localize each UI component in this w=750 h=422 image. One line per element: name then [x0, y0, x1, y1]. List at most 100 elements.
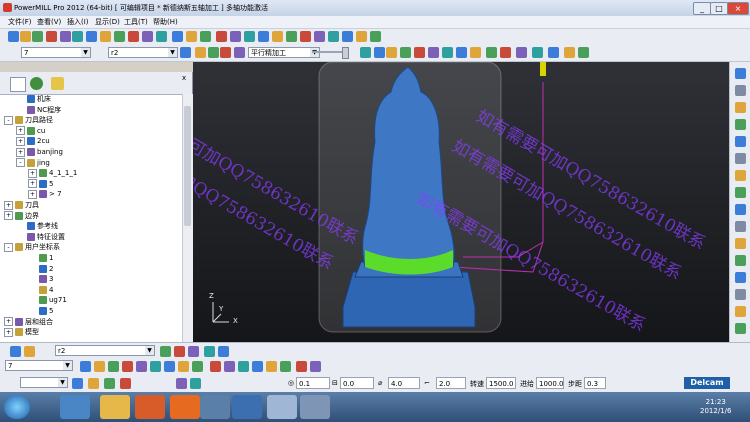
toolbar-button[interactable] — [128, 31, 139, 42]
toolbar-button[interactable] — [186, 31, 197, 42]
view-button[interactable] — [735, 85, 746, 96]
toolbar-button[interactable] — [578, 47, 589, 58]
strategy-combo[interactable]: 平行精加工▼ — [248, 47, 320, 58]
tree-item[interactable]: 3 — [28, 274, 53, 284]
toolbar-button[interactable] — [218, 346, 229, 357]
toolbar-button[interactable] — [104, 378, 115, 389]
menu-file[interactable]: 文件(F) — [8, 17, 32, 27]
taskbar-explorer[interactable] — [100, 395, 130, 419]
toolbar-button[interactable] — [172, 31, 183, 42]
toolbar-button[interactable] — [470, 47, 481, 58]
expand-toggle[interactable]: + — [4, 327, 13, 337]
tree-item[interactable]: + 层和组合 — [4, 317, 53, 327]
toolbar-button[interactable] — [216, 31, 227, 42]
toolbar-button[interactable] — [208, 47, 219, 58]
tree-item[interactable]: ug71 — [28, 295, 67, 305]
toolbar-button[interactable] — [150, 361, 161, 372]
toolbar-button[interactable] — [100, 31, 111, 42]
taskbar-app-3[interactable] — [300, 395, 330, 419]
taskbar-powermill[interactable] — [267, 395, 297, 419]
clock[interactable]: 21:23 2012/1/6 — [700, 398, 731, 416]
toolbar-button[interactable] — [428, 47, 439, 58]
toolbar-button[interactable] — [210, 361, 221, 372]
toolbar-button[interactable] — [486, 47, 497, 58]
expand-toggle[interactable]: + — [16, 136, 25, 146]
tree-item[interactable]: +4_1_1_1 — [28, 168, 77, 178]
graphics-viewport[interactable]: Z Y X 如有需要可加QQ758632610联系 如有需要可加QQ758632… — [193, 62, 729, 342]
toolbar-button[interactable] — [86, 31, 97, 42]
toolbar-button[interactable] — [252, 361, 263, 372]
toolbar-button[interactable] — [192, 361, 203, 372]
toolbar-button[interactable] — [114, 31, 125, 42]
menu-display[interactable]: 显示(D) — [95, 17, 120, 27]
toolbar-button[interactable] — [80, 361, 91, 372]
toolbar-button[interactable] — [220, 47, 231, 58]
expand-toggle[interactable]: + — [4, 211, 13, 221]
toolbar-button[interactable] — [328, 31, 339, 42]
toolbar-button[interactable] — [188, 346, 199, 357]
toolbar-button[interactable] — [60, 31, 71, 42]
expand-toggle[interactable]: - — [4, 242, 13, 252]
taskbar-office[interactable] — [135, 395, 165, 419]
menu-tools[interactable]: 工具(T) — [124, 17, 148, 27]
tree-item[interactable]: 2 — [28, 264, 53, 274]
view-button[interactable] — [735, 170, 746, 181]
tab-html-icon[interactable] — [51, 77, 64, 90]
view-button[interactable] — [735, 272, 746, 283]
toolbar-button[interactable] — [234, 47, 245, 58]
tree-item[interactable]: + banjing — [16, 147, 63, 157]
toolbar-button[interactable] — [360, 47, 371, 58]
toolbar-button[interactable] — [266, 361, 277, 372]
toolbar-button[interactable] — [272, 31, 283, 42]
tree-item[interactable]: +2cu — [16, 136, 50, 146]
toolbar-button[interactable] — [122, 361, 133, 372]
view-button[interactable] — [735, 323, 746, 334]
toolbar-button[interactable] — [180, 47, 191, 58]
toolbar-button[interactable] — [456, 47, 467, 58]
expand-toggle[interactable]: - — [16, 158, 25, 168]
toolbar-button[interactable] — [356, 31, 367, 42]
toolbar-button[interactable] — [10, 346, 21, 357]
toolbar-button[interactable] — [532, 47, 543, 58]
expand-toggle[interactable]: + — [28, 179, 37, 189]
view-button[interactable] — [735, 102, 746, 113]
menu-help[interactable]: 帮助(H) — [153, 17, 178, 27]
toolbar-button[interactable] — [224, 361, 235, 372]
toolbar-button[interactable] — [72, 378, 83, 389]
taskbar-app-2[interactable] — [232, 395, 262, 419]
workplane-combo[interactable]: r2 ▼ — [108, 47, 178, 58]
start-button[interactable] — [4, 395, 30, 419]
toolbar-button[interactable] — [32, 31, 43, 42]
thickness-field[interactable]: 0.0 — [340, 377, 374, 389]
tree-item[interactable]: 1 — [28, 253, 53, 263]
globe-icon[interactable] — [30, 77, 43, 90]
expand-toggle[interactable]: + — [28, 189, 37, 199]
toolbar-button[interactable] — [156, 31, 167, 42]
toolbar-button[interactable] — [300, 31, 311, 42]
view-button[interactable] — [735, 306, 746, 317]
tree-item[interactable]: 机床 — [16, 94, 51, 104]
view-button[interactable] — [735, 255, 746, 266]
toolbar-button[interactable] — [94, 361, 105, 372]
toolbar-button[interactable] — [564, 47, 575, 58]
tool-combo[interactable]: 7 ▼ — [21, 47, 91, 58]
tree-item[interactable]: 4 — [28, 285, 53, 295]
toolbar-button[interactable] — [8, 31, 19, 42]
toolbar-button[interactable] — [164, 361, 175, 372]
toolbar-button[interactable] — [296, 361, 307, 372]
view-button[interactable] — [735, 153, 746, 164]
toolbar-button[interactable] — [46, 31, 57, 42]
menu-view[interactable]: 查看(V) — [37, 17, 61, 27]
tab-explorer[interactable] — [10, 77, 26, 92]
toolbar-button[interactable] — [548, 47, 559, 58]
tree-item[interactable]: 参考线 — [16, 221, 58, 231]
toolbar-button[interactable] — [400, 47, 411, 58]
tree-item[interactable]: +5 — [28, 179, 53, 189]
view-button[interactable] — [735, 119, 746, 130]
close-button[interactable]: × — [727, 2, 749, 15]
toolbar-button[interactable] — [160, 346, 171, 357]
taskbar-media[interactable] — [170, 395, 200, 419]
tree-item[interactable]: 5 — [28, 306, 53, 316]
toolbar-button[interactable] — [244, 31, 255, 42]
toolbar-button[interactable] — [516, 47, 527, 58]
